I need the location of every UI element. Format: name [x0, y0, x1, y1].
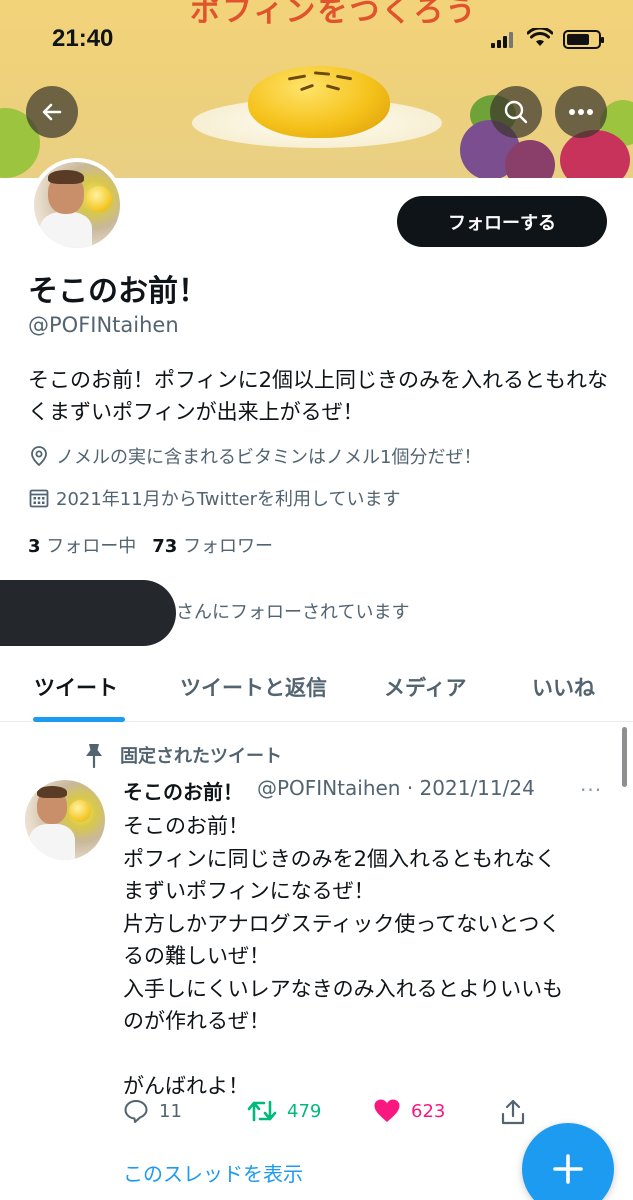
location-text: ノメルの実に含まれるビタミンはノメル1個分だぜ！: [56, 447, 482, 468]
retweet-icon: [247, 1100, 277, 1122]
scrollbar[interactable]: [622, 727, 627, 787]
tweet-handle-date[interactable]: @POFINtaihen · 2021/11/24: [257, 776, 535, 805]
reply-icon: [124, 1100, 148, 1123]
followers-label: フォロワー: [183, 536, 274, 557]
arrow-left-icon: [42, 103, 62, 121]
redacted-follower-names: [0, 580, 176, 646]
tweet-text: そこのお前！ ポフィンに同じきのみを2個入れるともれなく まずいポフィンになるぜ…: [123, 814, 564, 1098]
tab-media[interactable]: メディア: [384, 672, 467, 702]
tweet-avatar[interactable]: [25, 780, 105, 860]
following-link[interactable]: 3 フォロー中: [28, 532, 136, 558]
profile-display-name: そこのお前！: [28, 274, 208, 309]
tweet-actions: 11 479 623: [123, 1098, 543, 1132]
pinned-tweet-label: 固定されたツイート: [82, 742, 282, 768]
back-button[interactable]: [26, 86, 78, 138]
location-pin-icon: [31, 446, 47, 467]
status-time: 21:40: [52, 25, 114, 52]
cellular-signal-icon: [491, 32, 517, 48]
like-count: 623: [411, 1100, 446, 1122]
plus-icon: [553, 1154, 583, 1184]
tweet-header: そこのお前！ @POFINtaihen · 2021/11/24: [123, 776, 535, 805]
followers-link[interactable]: 73 フォロワー: [152, 532, 273, 558]
retweet-count: 479: [287, 1100, 322, 1122]
like-button[interactable]: 623: [373, 1098, 445, 1124]
heart-icon: [374, 1099, 400, 1122]
reply-count: 11: [159, 1100, 182, 1122]
reply-button[interactable]: 11: [123, 1098, 182, 1124]
tweet-more-button[interactable]: ···: [580, 778, 602, 802]
follow-button[interactable]: フォローする: [397, 196, 607, 247]
profile-joined: 2021年11月からTwitterを利用しています: [28, 485, 401, 511]
retweet-button[interactable]: 479: [247, 1098, 321, 1124]
following-label: フォロー中: [46, 536, 137, 557]
profile-handle: @POFINtaihen: [28, 313, 179, 337]
share-icon: [501, 1099, 525, 1125]
more-horizontal-icon: [569, 109, 593, 115]
followed-by-text[interactable]: さんにフォローされています: [176, 598, 409, 624]
joined-text: 2021年11月からTwitterを利用しています: [56, 489, 401, 510]
following-count: 3: [28, 536, 41, 557]
battery-icon: [563, 30, 604, 49]
wifi-icon: [527, 28, 553, 46]
tab-tweets-and-replies[interactable]: ツイートと返信: [180, 672, 327, 702]
profile-location: ノメルの実に含まれるビタミンはノメル1個分だぜ！: [28, 443, 481, 469]
pin-icon: [86, 744, 102, 768]
follow-counts: 3 フォロー中 73 フォロワー: [28, 532, 273, 558]
tab-tweets[interactable]: ツイート: [34, 672, 118, 702]
followers-count: 73: [152, 536, 178, 557]
share-button[interactable]: [500, 1098, 526, 1126]
profile-avatar[interactable]: [30, 158, 124, 252]
profile-tabs: ツイート ツイートと返信 メディア いいね: [0, 660, 633, 722]
profile-bio: そこのお前！ポフィンに2個以上同じきのみを入れるともれなくまずいポフィンが出来上…: [28, 368, 608, 424]
compose-tweet-button[interactable]: [522, 1123, 614, 1200]
show-thread-link[interactable]: このスレッドを表示: [123, 1158, 303, 1187]
active-tab-indicator: [33, 717, 125, 722]
search-icon: [504, 100, 528, 124]
search-button[interactable]: [490, 86, 542, 138]
more-options-button[interactable]: [555, 86, 607, 138]
tab-likes[interactable]: いいね: [532, 672, 595, 702]
calendar-icon: [29, 489, 49, 508]
status-bar: 21:40: [0, 0, 633, 80]
tweet-author-name[interactable]: そこのお前！: [123, 776, 243, 805]
pinned-text: 固定されたツイート: [120, 746, 282, 767]
